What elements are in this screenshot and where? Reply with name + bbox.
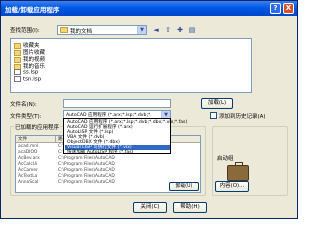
unload-button[interactable]: 卸载(U) xyxy=(169,182,199,191)
startup-suite-title: 启动组 xyxy=(216,154,235,162)
close-title-button[interactable]: X xyxy=(283,3,294,14)
help-button[interactable]: 帮助(H) xyxy=(173,202,207,213)
column-header-file[interactable]: 文件 xyxy=(16,136,56,143)
lookin-value: 我的文档 xyxy=(70,29,93,35)
filename-input[interactable] xyxy=(63,99,171,108)
help-title-button[interactable]: ? xyxy=(270,3,281,14)
add-to-history-label: 添加到历史记录(A) xyxy=(219,114,266,120)
back-arrow-icon[interactable]: ◄ xyxy=(151,25,161,35)
contents-button[interactable]: 内容(O)... xyxy=(215,181,249,192)
load-unload-applications-dialog: 加载/卸载应用程序 ? X 查找范围(I): 我的文档 ▼ ◄ ⇧ ✚ ▤ 收藏… xyxy=(0,0,298,219)
list-item[interactable]: tsn.lsp xyxy=(14,76,41,84)
filename-label: 文件名(N): xyxy=(10,102,37,108)
title-bar[interactable]: 加载/卸载应用程序 ? X xyxy=(1,1,297,16)
briefcase-icon xyxy=(227,162,249,181)
close-button[interactable]: 关闭(C) xyxy=(133,202,167,213)
file-icon xyxy=(14,69,21,75)
view-menu-icon[interactable]: ▤ xyxy=(187,25,197,35)
chevron-down-icon[interactable]: ▼ xyxy=(137,26,146,34)
my-documents-folder-icon xyxy=(60,27,68,33)
file-icon xyxy=(14,76,21,82)
loaded-applications-title: 已加载的应用程序 xyxy=(14,123,61,131)
new-folder-icon[interactable]: ✚ xyxy=(175,25,185,35)
add-to-history-checkbox[interactable] xyxy=(210,112,217,119)
up-folder-icon[interactable]: ⇧ xyxy=(163,25,173,35)
lookin-label: 查找范围(I): xyxy=(10,28,40,34)
lookin-combo[interactable]: 我的文档 ▼ xyxy=(57,25,147,35)
dialog-title: 加载/卸载应用程序 xyxy=(5,6,60,14)
load-button[interactable]: 加载(L) xyxy=(201,98,233,109)
filetype-dropdown-list[interactable]: AutoCAD 应用程序 (*.arx;*.lsp;*.dvb;*.dbx;*.… xyxy=(63,118,187,155)
file-list[interactable]: 收藏夹 图片收藏 我的视频 我的音乐 ss.lsp tsn.lsp xyxy=(10,38,252,93)
filetype-option[interactable]: 快速加载 AutoLISP 程序 (*.fas) xyxy=(65,150,170,155)
filetype-label: 文件类型(T): xyxy=(10,114,42,120)
